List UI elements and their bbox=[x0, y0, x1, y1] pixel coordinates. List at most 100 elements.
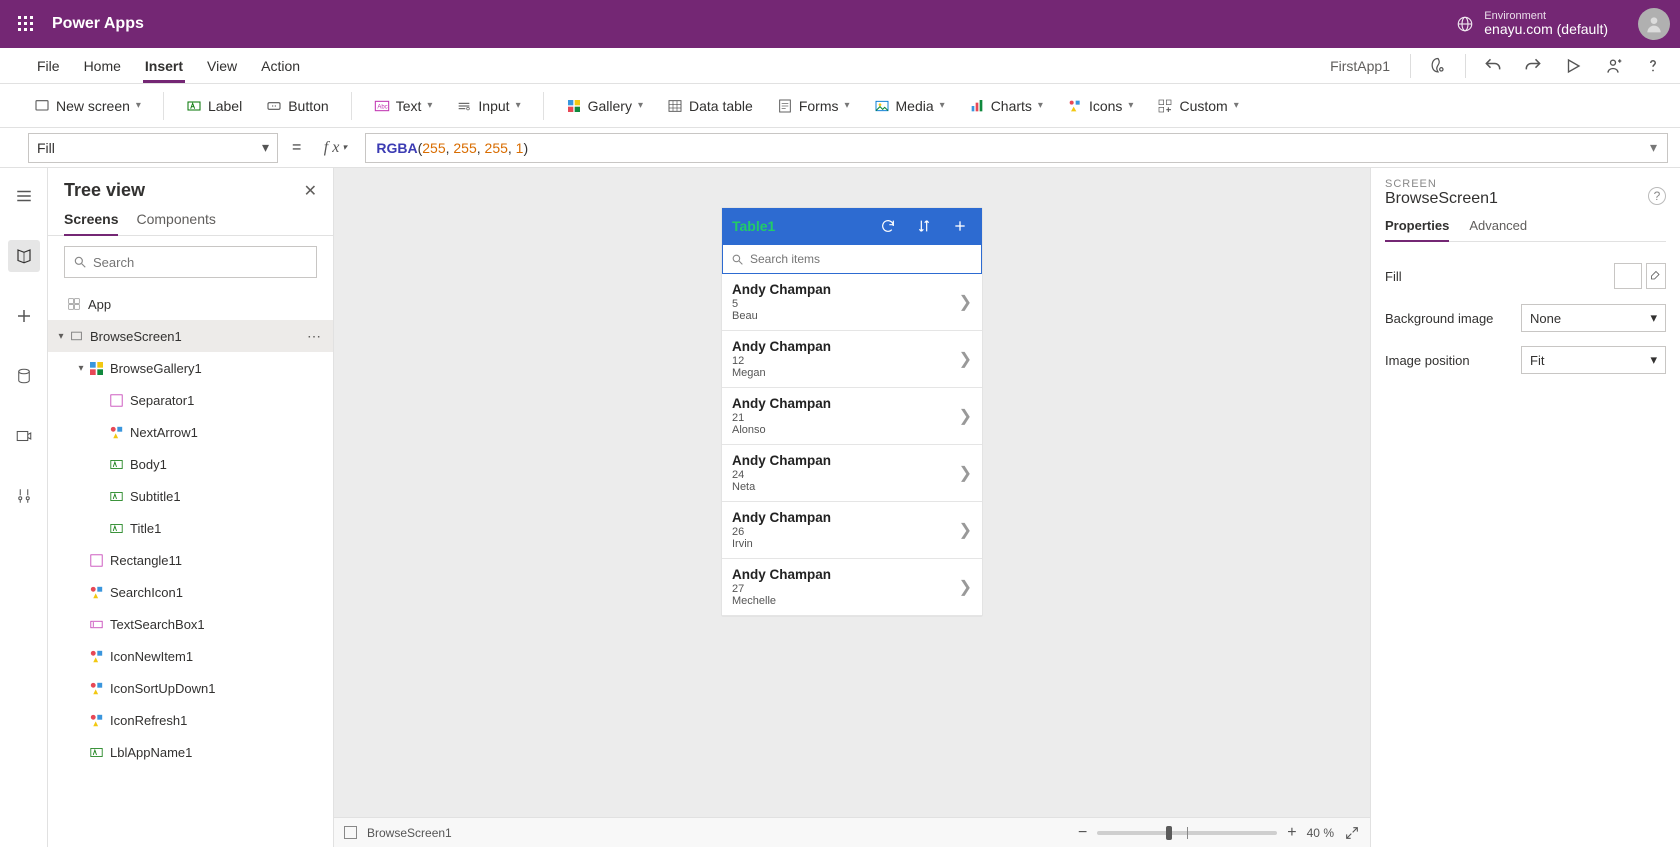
media-button[interactable]: Media▾ bbox=[864, 94, 955, 118]
undo-icon[interactable] bbox=[1476, 49, 1510, 83]
share-icon[interactable] bbox=[1596, 49, 1630, 83]
custom-button[interactable]: Custom▾ bbox=[1147, 94, 1248, 118]
environment-picker[interactable]: Environment enayu.com (default) bbox=[1456, 10, 1608, 37]
forms-button[interactable]: Forms▾ bbox=[767, 94, 860, 118]
phone-search-input[interactable] bbox=[750, 252, 973, 266]
waffle-icon[interactable] bbox=[10, 8, 42, 40]
person-icon bbox=[1644, 14, 1664, 34]
gallery-button[interactable]: Gallery▾ bbox=[556, 94, 653, 118]
tree-node-subtitle1[interactable]: Subtitle1 bbox=[48, 480, 333, 512]
tree-node-nextarrow1[interactable]: NextArrow1 bbox=[48, 416, 333, 448]
chevron-right-icon[interactable]: ❯ bbox=[959, 577, 972, 597]
tree-node-searchicon1[interactable]: SearchIcon1 bbox=[48, 576, 333, 608]
menu-action[interactable]: Action bbox=[249, 48, 312, 83]
user-avatar[interactable] bbox=[1638, 8, 1670, 40]
chevron-right-icon[interactable]: ❯ bbox=[959, 406, 972, 426]
tree-node-iconnewitem1[interactable]: IconNewItem1 bbox=[48, 640, 333, 672]
fx-icon[interactable]: f x▾ bbox=[315, 133, 355, 163]
charts-icon bbox=[969, 98, 985, 114]
hamburger-icon[interactable] bbox=[8, 180, 40, 212]
icons-button[interactable]: Icons▾ bbox=[1057, 94, 1144, 118]
screen-icon bbox=[68, 328, 84, 344]
gallery-item[interactable]: Andy Champan27Mechelle❯ bbox=[722, 559, 982, 616]
redo-icon[interactable] bbox=[1516, 49, 1550, 83]
tree-node-rectangle11[interactable]: Rectangle11 bbox=[48, 544, 333, 576]
play-icon[interactable] bbox=[1556, 49, 1590, 83]
tree-node-textsearchbox1[interactable]: TextSearchBox1 bbox=[48, 608, 333, 640]
insert-rail-icon[interactable] bbox=[8, 300, 40, 332]
zoom-in-icon[interactable]: + bbox=[1287, 824, 1296, 842]
refresh-icon[interactable] bbox=[876, 214, 900, 238]
chevron-down-icon[interactable]: ▾ bbox=[54, 331, 68, 342]
gallery-item[interactable]: Andy Champan21Alonso❯ bbox=[722, 388, 982, 445]
gallery-item[interactable]: Andy Champan5Beau❯ bbox=[722, 274, 982, 331]
tree-node-separator1[interactable]: Separator1 bbox=[48, 384, 333, 416]
label-node-icon bbox=[108, 520, 124, 536]
tree-search[interactable] bbox=[64, 246, 317, 278]
phone-preview[interactable]: Table1 Andy Champan5Beau❯Andy Champan12M… bbox=[722, 208, 982, 616]
gallery-item[interactable]: Andy Champan24Neta❯ bbox=[722, 445, 982, 502]
label-button[interactable]: Label bbox=[176, 94, 252, 118]
text-label: Text bbox=[396, 98, 422, 114]
menu-view[interactable]: View bbox=[195, 48, 249, 83]
fit-to-window-icon[interactable] bbox=[1344, 825, 1360, 841]
tree-node-iconsortupdown1[interactable]: IconSortUpDown1 bbox=[48, 672, 333, 704]
tree-view-icon[interactable] bbox=[8, 240, 40, 272]
text-button[interactable]: Abc Text▾ bbox=[364, 94, 443, 118]
phone-search[interactable] bbox=[722, 244, 982, 274]
media-label: Media bbox=[896, 98, 934, 114]
tree-node-browsegallery1[interactable]: ▾ BrowseGallery1 bbox=[48, 352, 333, 384]
tree-node-body1[interactable]: Body1 bbox=[48, 448, 333, 480]
label-node-icon bbox=[88, 744, 104, 760]
tree-node-browsescreen1[interactable]: ▾ BrowseScreen1 ⋯ bbox=[48, 320, 333, 352]
tree-node-iconrefresh1[interactable]: IconRefresh1 bbox=[48, 704, 333, 736]
menu-insert[interactable]: Insert bbox=[133, 48, 195, 83]
more-icon[interactable]: ⋯ bbox=[307, 328, 323, 345]
close-icon[interactable]: ✕ bbox=[304, 181, 317, 201]
menu-file[interactable]: File bbox=[25, 48, 72, 83]
menu-home[interactable]: Home bbox=[72, 48, 133, 83]
footer-breadcrumb[interactable]: BrowseScreen1 bbox=[367, 826, 452, 840]
tree-tab-screens[interactable]: Screens bbox=[64, 211, 118, 235]
app-checker-icon[interactable] bbox=[1421, 49, 1455, 83]
button-button[interactable]: Button bbox=[256, 94, 338, 118]
help-icon[interactable] bbox=[1636, 49, 1670, 83]
chevron-right-icon[interactable]: ❯ bbox=[959, 349, 972, 369]
fill-color-picker[interactable] bbox=[1646, 263, 1666, 289]
tree-node-lblappname1[interactable]: LblAppName1 bbox=[48, 736, 333, 768]
tree-node-app[interactable]: App bbox=[48, 288, 333, 320]
fill-color-swatch[interactable] bbox=[1614, 263, 1642, 289]
sort-icon[interactable] bbox=[912, 214, 936, 238]
imgpos-select[interactable]: Fit▾ bbox=[1521, 346, 1666, 374]
bgimage-select[interactable]: None▾ bbox=[1521, 304, 1666, 332]
phone-header: Table1 bbox=[722, 208, 982, 244]
chevron-right-icon[interactable]: ❯ bbox=[959, 463, 972, 483]
add-icon[interactable] bbox=[948, 214, 972, 238]
select-checkbox[interactable] bbox=[344, 826, 357, 839]
chevron-down-icon[interactable]: ▾ bbox=[74, 363, 88, 374]
gallery-item[interactable]: Andy Champan26Irvin❯ bbox=[722, 502, 982, 559]
tree-node-title1[interactable]: Title1 bbox=[48, 512, 333, 544]
prop-tab-advanced[interactable]: Advanced bbox=[1469, 218, 1527, 241]
prop-tab-properties[interactable]: Properties bbox=[1385, 218, 1449, 241]
canvas[interactable]: Table1 Andy Champan5Beau❯Andy Champan12M… bbox=[334, 168, 1370, 847]
shape-icon bbox=[88, 552, 104, 568]
tools-rail-icon[interactable] bbox=[8, 480, 40, 512]
media-rail-icon[interactable] bbox=[8, 420, 40, 452]
chevron-right-icon[interactable]: ❯ bbox=[959, 520, 972, 540]
tree-tab-components[interactable]: Components bbox=[136, 211, 215, 235]
tree-search-input[interactable] bbox=[93, 255, 308, 270]
property-selector[interactable]: Fill ▾ bbox=[28, 133, 278, 163]
gallery-item[interactable]: Andy Champan12Megan❯ bbox=[722, 331, 982, 388]
data-rail-icon[interactable] bbox=[8, 360, 40, 392]
formula-input[interactable]: RGBA(255, 255, 255, 1) ▾ bbox=[365, 133, 1668, 163]
new-screen-button[interactable]: New screen▾ bbox=[24, 94, 151, 118]
data-table-button[interactable]: Data table bbox=[657, 94, 763, 118]
zoom-out-icon[interactable]: − bbox=[1078, 824, 1087, 842]
charts-button[interactable]: Charts▾ bbox=[959, 94, 1053, 118]
chevron-right-icon[interactable]: ❯ bbox=[959, 292, 972, 312]
info-icon[interactable]: ? bbox=[1648, 187, 1666, 205]
input-button[interactable]: Input▾ bbox=[446, 94, 530, 118]
zoom-slider[interactable] bbox=[1097, 831, 1277, 835]
prop-kind: SCREEN bbox=[1385, 178, 1498, 190]
